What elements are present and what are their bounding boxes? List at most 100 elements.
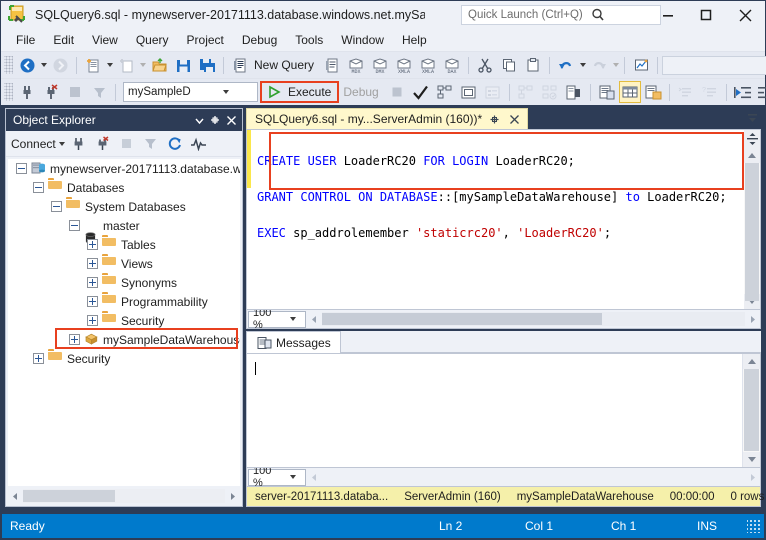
redo-icon[interactable] [587, 54, 611, 76]
oe-filter-icon[interactable] [139, 133, 163, 155]
display-estimated-plan-icon[interactable] [433, 81, 457, 103]
menu-project[interactable]: Project [178, 31, 233, 49]
expander-icon[interactable] [87, 296, 98, 307]
tree-node-mysampledatawarehouse[interactable]: mySampleDataWarehouse [8, 330, 240, 349]
chevron-down-icon[interactable] [191, 90, 258, 94]
scroll-left-icon[interactable] [8, 489, 23, 503]
navigate-backward-icon[interactable] [15, 54, 39, 76]
summary-icon[interactable] [629, 54, 653, 76]
menu-view[interactable]: View [83, 31, 127, 49]
connect-dropdown-icon[interactable] [58, 141, 67, 146]
results-to-file-icon[interactable] [641, 81, 665, 103]
vscroll-track[interactable] [744, 163, 760, 301]
sql-code-text[interactable]: CREATE USER LoaderRC20 FOR LOGIN LoaderR… [251, 130, 744, 309]
include-client-statistics-icon[interactable] [562, 81, 586, 103]
messages-text[interactable] [247, 354, 742, 467]
include-live-stats-icon[interactable] [538, 81, 562, 103]
results-to-grid-icon[interactable] [618, 81, 641, 103]
editor-zoom-combo[interactable]: 100 % [248, 307, 306, 331]
menu-debug[interactable]: Debug [233, 31, 286, 49]
tree-node-synonyms[interactable]: Synonyms [8, 273, 240, 292]
paste-icon[interactable] [521, 54, 545, 76]
menu-edit[interactable]: Edit [44, 31, 83, 49]
resize-grip[interactable] [747, 519, 761, 533]
chevron-down-icon[interactable] [277, 317, 305, 321]
messages-vertical-scrollbar[interactable] [742, 354, 760, 467]
menu-window[interactable]: Window [332, 31, 393, 49]
oe-disconnect-icon[interactable] [91, 133, 115, 155]
debug-label[interactable]: Debug [341, 85, 384, 99]
copy-icon[interactable] [497, 54, 521, 76]
close-icon[interactable] [506, 111, 522, 127]
filter-icon[interactable] [87, 81, 111, 103]
expander-icon[interactable] [87, 258, 98, 269]
new-item-icon[interactable] [114, 54, 138, 76]
save-icon[interactable] [171, 54, 195, 76]
tree-node-security-master[interactable]: Security [8, 311, 240, 330]
quick-launch-input[interactable]: Quick Launch (Ctrl+Q) [461, 5, 661, 25]
close-button[interactable] [725, 1, 765, 29]
scroll-left-icon[interactable] [307, 470, 322, 484]
new-mdx-query-icon[interactable]: MDX [344, 54, 368, 76]
messages-vscroll-thumb[interactable] [744, 369, 759, 451]
stop-icon[interactable] [63, 81, 87, 103]
results-hscroll-track[interactable] [322, 470, 745, 484]
object-explorer-tree[interactable]: mynewserver-20171113.database.w Database… [8, 159, 240, 486]
scroll-down-icon[interactable] [743, 452, 760, 467]
tree-node-views[interactable]: Views [8, 254, 240, 273]
maximize-button[interactable] [687, 1, 725, 29]
close-icon[interactable] [223, 111, 239, 129]
editor-hscroll-thumb[interactable] [322, 313, 602, 325]
expander-icon[interactable] [87, 315, 98, 326]
new-project-icon[interactable] [81, 54, 105, 76]
cut-icon[interactable] [473, 54, 497, 76]
expander-icon[interactable] [87, 277, 98, 288]
chevron-down-icon[interactable] [191, 111, 207, 129]
results-zoom-combo[interactable]: 100 % [248, 465, 306, 489]
new-query-label[interactable]: New Query [252, 58, 320, 72]
tree-node-system-databases[interactable]: System Databases [8, 197, 240, 216]
hscroll-track[interactable] [23, 489, 225, 503]
expander-icon[interactable] [33, 353, 44, 364]
new-project-dropdown[interactable] [105, 63, 114, 67]
oe-refresh-icon[interactable] [163, 133, 187, 155]
scroll-left-icon[interactable] [307, 312, 322, 326]
increase-indent-icon[interactable] [755, 81, 766, 103]
split-view-handle[interactable] [744, 130, 760, 148]
database-combo[interactable]: mySampleDataWarehouse [123, 82, 258, 102]
navigate-backward-dropdown[interactable] [39, 63, 48, 67]
include-actual-plan-icon[interactable] [514, 81, 538, 103]
pin-icon[interactable] [486, 111, 502, 127]
editor-hscroll-track[interactable] [322, 312, 745, 326]
messages-vscroll-track[interactable] [743, 369, 760, 452]
menu-query[interactable]: Query [127, 31, 178, 49]
scroll-right-icon[interactable] [225, 489, 240, 503]
scroll-up-icon[interactable] [744, 148, 760, 163]
new-dmx-query-icon[interactable]: DMX [368, 54, 392, 76]
chevron-down-icon[interactable] [277, 475, 305, 479]
uncomment-icon[interactable]: ? [698, 81, 722, 103]
connect-icon[interactable] [15, 81, 39, 103]
menu-file[interactable]: File [7, 31, 44, 49]
parse-check-icon[interactable] [409, 81, 433, 103]
query-options-icon[interactable] [457, 81, 481, 103]
execute-icon[interactable] [262, 81, 286, 103]
expander-icon[interactable] [16, 163, 27, 174]
messages-output[interactable] [246, 353, 761, 468]
tree-node-databases[interactable]: Databases [8, 178, 240, 197]
expander-icon[interactable] [69, 220, 80, 231]
tree-node-programmability[interactable]: Programmability [8, 292, 240, 311]
oe-activity-monitor-icon[interactable] [187, 133, 211, 155]
pin-icon[interactable] [207, 111, 223, 129]
document-tab-sqlquery6[interactable]: SQLQuery6.sql - my...ServerAdmin (160))* [246, 108, 529, 129]
object-explorer-hscrollbar[interactable] [8, 488, 240, 504]
oe-stop-icon[interactable] [115, 133, 139, 155]
tree-node-server[interactable]: mynewserver-20171113.database.w [8, 159, 240, 178]
new-dax-query-icon[interactable]: DAX [440, 54, 464, 76]
sql-code-editor[interactable]: CREATE USER LoaderRC20 FOR LOGIN LoaderR… [246, 129, 744, 310]
intellisense-icon[interactable] [481, 81, 505, 103]
menu-help[interactable]: Help [393, 31, 436, 49]
new-xmla2-query-icon[interactable]: XMLA [416, 54, 440, 76]
stop-query-icon[interactable] [385, 81, 409, 103]
decrease-indent-icon[interactable] [731, 81, 755, 103]
